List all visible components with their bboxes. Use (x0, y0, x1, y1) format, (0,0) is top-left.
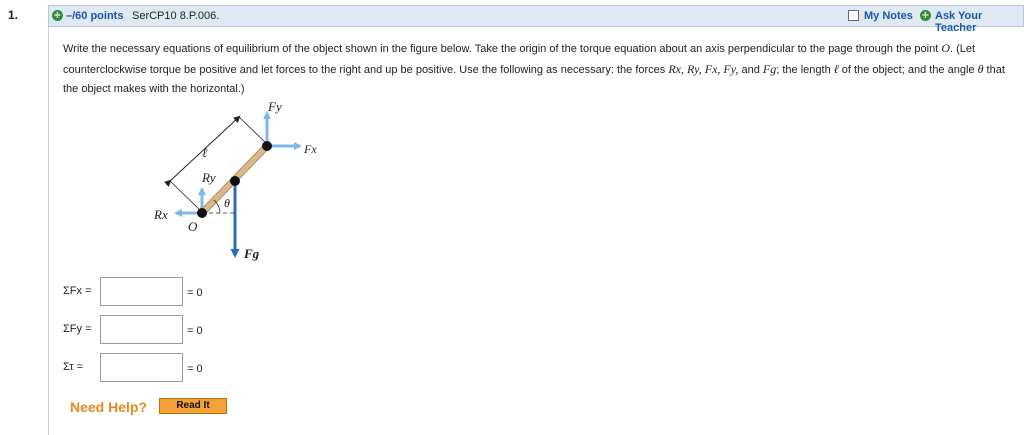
fg-label: Fg (243, 246, 260, 261)
eq-sum-torque-label: Στ = (63, 361, 84, 373)
eq-sum-fy-label: ΣFy = (63, 323, 92, 335)
eq-sum-fy-zero: = 0 (187, 325, 203, 337)
eq-sum-fx-label: ΣFx = (63, 285, 92, 297)
sum-fy-input[interactable] (100, 315, 183, 344)
eq-sum-torque-zero: = 0 (187, 363, 203, 375)
fx-label: Fx (303, 142, 317, 156)
sum-fx-input[interactable] (100, 277, 183, 306)
sum-torque-input[interactable] (100, 353, 183, 382)
center-of-mass-point (230, 176, 240, 186)
read-it-button[interactable]: Read It (159, 398, 227, 414)
question-number: 1. (8, 8, 19, 22)
instructions-part-4: ; the length (776, 63, 834, 76)
theta-label: θ (224, 196, 230, 210)
instructions-text: Write the necessary equations of equilib… (63, 39, 1013, 100)
rx-label: Rx (153, 207, 168, 222)
notes-checkbox-icon[interactable] (848, 10, 859, 21)
equilibrium-figure: Fy Fx ℓ Ry Rx O θ Fg (153, 99, 317, 261)
my-notes-link[interactable]: My Notes (864, 10, 913, 22)
instructions-part-1: Write the necessary equations of equilib… (63, 43, 942, 55)
expand-plus-icon[interactable]: + (52, 10, 63, 21)
ry-label: Ry (201, 170, 216, 185)
need-help-label: Need Help? (70, 399, 148, 415)
fg-symbol: Fg (762, 61, 777, 76)
o-label: O (188, 219, 198, 234)
length-extension-upper (238, 116, 267, 144)
fy-label: Fy (267, 99, 282, 114)
length-extension-lower (169, 180, 202, 212)
instructions-part-3: and (738, 63, 763, 76)
problem-code: SerCP10 8.P.006. (132, 10, 220, 22)
pivot-point-o (197, 208, 207, 218)
points-label: –/60 points (66, 10, 124, 22)
ask-plus-icon[interactable]: + (920, 10, 931, 21)
instructions-part-5: of the object; and the angle (838, 63, 978, 76)
length-label: ℓ (202, 145, 208, 160)
point-o: O (941, 41, 951, 55)
forces-list: Rx, Ry, Fx, Fy, (668, 61, 739, 76)
end-point (262, 141, 272, 151)
eq-sum-fx-zero: = 0 (187, 287, 203, 299)
